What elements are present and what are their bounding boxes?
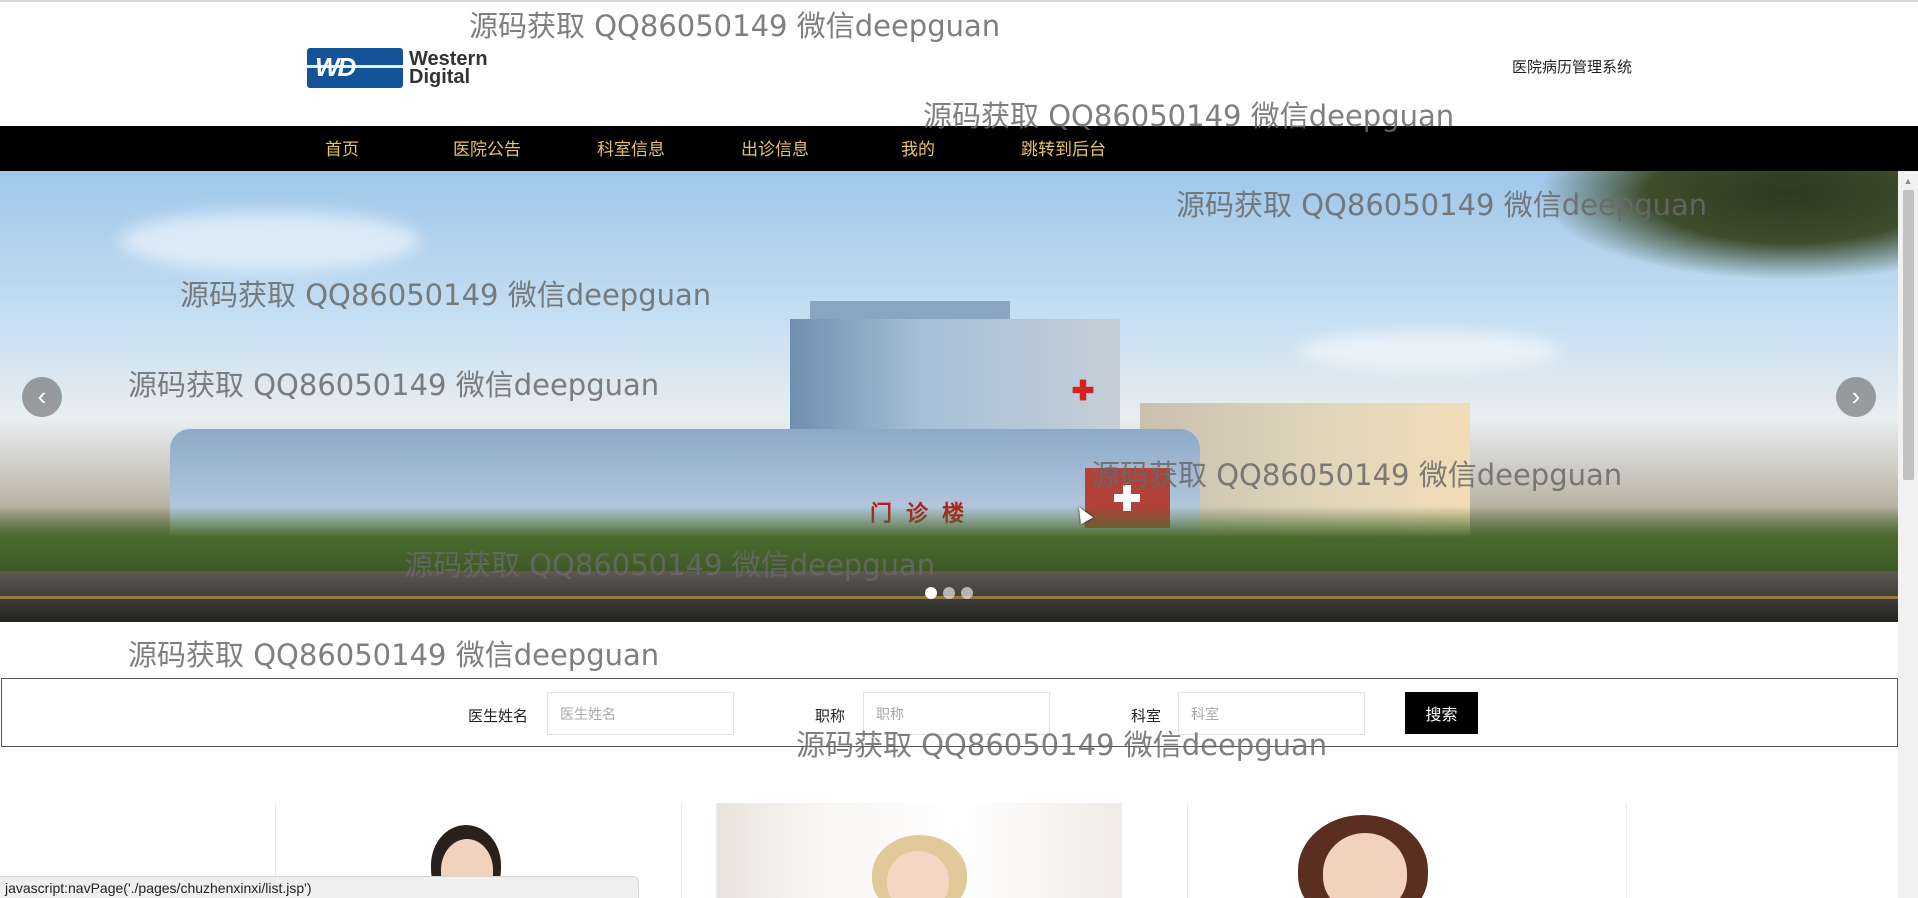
- carousel-dot-3[interactable]: [961, 587, 973, 599]
- carousel-dot-1[interactable]: [925, 587, 937, 599]
- logo-mark-text: WD: [315, 52, 356, 82]
- logo-mark: WD: [307, 48, 403, 88]
- scrollbar-thumb[interactable]: [1903, 190, 1914, 480]
- watermark: 源码获取 QQ86050149 微信deepguan: [128, 638, 660, 672]
- title-input[interactable]: [863, 692, 1050, 735]
- nav-item-mine[interactable]: 我的: [901, 126, 935, 171]
- doctor-photo: [717, 803, 1121, 898]
- title-label: 职称: [815, 708, 846, 725]
- department-label: 科室: [1131, 708, 1162, 725]
- doctor-card[interactable]: [1187, 803, 1627, 898]
- carousel-prev-button[interactable]: ‹: [22, 377, 62, 417]
- nav-item-admin[interactable]: 跳转到后台: [1021, 126, 1106, 171]
- doctor-card[interactable]: [716, 803, 1122, 898]
- nav-item-clinic-schedule[interactable]: 出诊信息: [741, 126, 809, 171]
- main-nav: 首页 医院公告 科室信息 出诊信息 我的 跳转到后台: [0, 126, 1918, 171]
- banner-cloud: [120, 211, 420, 271]
- carousel-indicators: [925, 587, 973, 599]
- carousel-dot-2[interactable]: [943, 587, 955, 599]
- site-title: 医院病历管理系统: [1512, 59, 1633, 76]
- chevron-right-icon: ›: [1851, 381, 1861, 411]
- banner-tree: [1538, 171, 1898, 281]
- logo[interactable]: WD Western Digital: [307, 46, 519, 90]
- doctor-name-label: 医生姓名: [468, 708, 529, 725]
- logo-line2: Digital: [409, 66, 471, 88]
- logo-text: Western Digital: [409, 49, 488, 88]
- page: WD Western Digital 医院病历管理系统 首页 医院公告 科室信息…: [0, 0, 1918, 898]
- banner-carousel[interactable]: 门诊楼 ‹ ›: [0, 171, 1898, 622]
- department-input[interactable]: [1178, 692, 1365, 735]
- browser-status-bar: javascript:navPage('./pages/chuzhenxinxi…: [0, 876, 639, 898]
- carousel-next-button[interactable]: ›: [1836, 377, 1876, 417]
- hospital-cross-icon: [1071, 378, 1095, 402]
- doctor-search-form: 医生姓名 职称 科室 搜索: [1, 678, 1898, 747]
- search-button[interactable]: 搜索: [1405, 692, 1478, 734]
- nav-item-home[interactable]: 首页: [325, 126, 359, 171]
- banner-trees: [0, 506, 1898, 576]
- chevron-left-icon: ‹: [37, 381, 47, 411]
- scroll-up-icon[interactable]: ▲: [1898, 174, 1918, 188]
- doctor-name-input[interactable]: [547, 692, 734, 735]
- nav-item-departments[interactable]: 科室信息: [597, 126, 665, 171]
- header: WD Western Digital 医院病历管理系统: [0, 2, 1918, 126]
- banner-cloud: [1300, 331, 1560, 371]
- doctor-photo: [1188, 803, 1626, 898]
- nav-item-announcements[interactable]: 医院公告: [453, 126, 521, 171]
